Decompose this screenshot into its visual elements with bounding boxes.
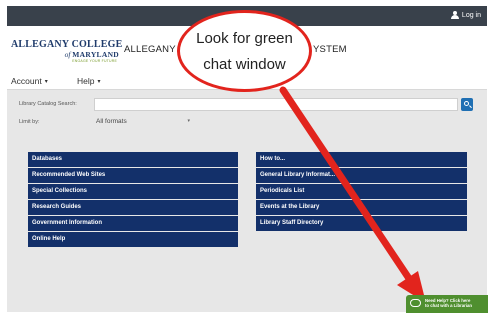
login-label: Log in [461,11,481,19]
search-button[interactable] [461,98,473,111]
chat-widget-button[interactable]: Need Help? Click here to chat with a Lib… [406,295,488,313]
chat-bubble-icon [410,299,421,307]
logo-line-2: of MARYLAND [64,50,119,59]
links-right-column: How to... General Library Informat... Pe… [256,152,467,232]
link-research-guides[interactable]: Research Guides [28,200,238,215]
catalog-search-input[interactable] [94,98,458,111]
college-logo[interactable]: ALLEGANY COLLEGE of MARYLAND ENGAGE YOUR… [11,39,123,63]
chevron-down-icon: ▾ [187,118,190,124]
nav-help-menu[interactable]: Help ▾ [77,76,101,86]
annotation-callout: Look for green chat window [177,10,312,92]
logo-tagline: ENGAGE YOUR FUTURE [72,59,117,63]
nav-account-menu[interactable]: Account ▾ [11,76,48,86]
link-how-to[interactable]: How to... [256,152,467,167]
site-title-part-2: YSTEM [313,44,347,55]
link-periodicals-list[interactable]: Periodicals List [256,184,467,199]
chat-widget-text: Need Help? Click here to chat with a Lib… [425,298,472,308]
link-recommended-web-sites[interactable]: Recommended Web Sites [28,168,238,183]
chat-line-2: to chat with a Librarian [425,303,473,308]
callout-line-2: chat window [203,56,286,73]
chevron-down-icon: ▾ [44,79,48,85]
logo-line-1: ALLEGANY COLLEGE [11,39,123,50]
callout-line-1: Look for green [196,30,293,47]
search-label: Library Catalog Search: [19,101,77,107]
link-databases[interactable]: Databases [28,152,238,167]
links-left-column: Databases Recommended Web Sites Special … [28,152,238,248]
format-select[interactable]: All formats ▾ [94,116,192,128]
link-general-library-information[interactable]: General Library Informat... [256,168,467,183]
chevron-down-icon: ▾ [97,79,101,85]
link-online-help[interactable]: Online Help [28,232,238,247]
user-icon [450,11,459,19]
login-link[interactable]: Log in [450,11,481,19]
link-government-information[interactable]: Government Information [28,216,238,231]
limit-label: Limit by: [19,119,40,125]
link-events-at-the-library[interactable]: Events at the Library [256,200,467,215]
link-library-staff-directory[interactable]: Library Staff Directory [256,216,467,231]
link-special-collections[interactable]: Special Collections [28,184,238,199]
